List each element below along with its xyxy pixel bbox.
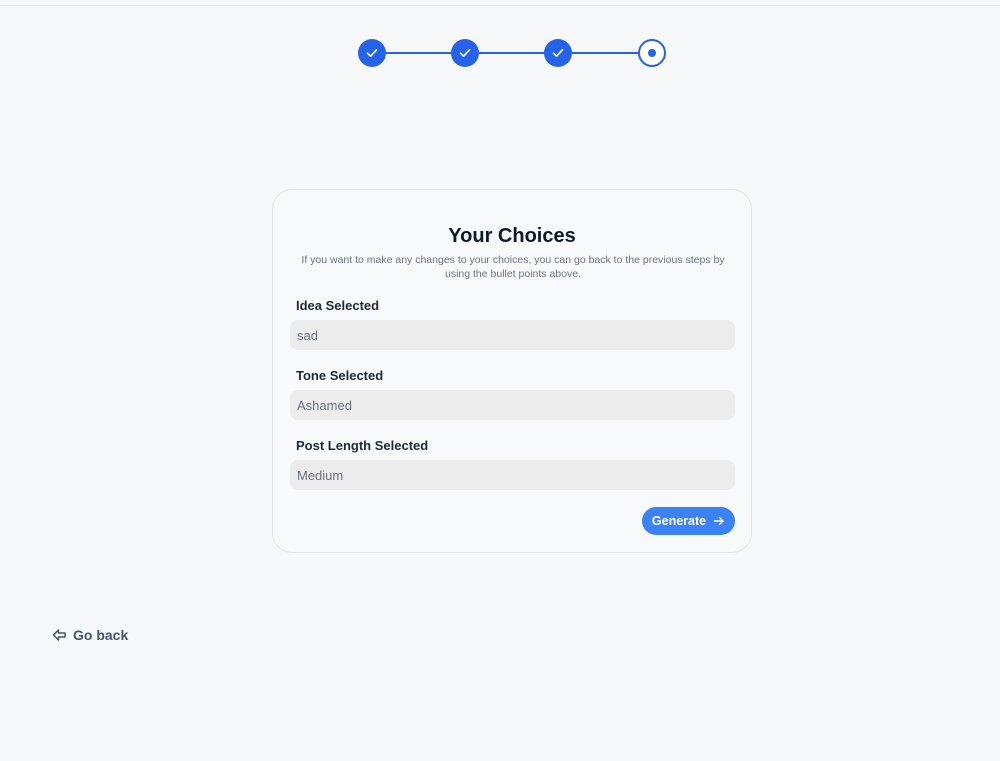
idea-label: Idea Selected — [296, 298, 380, 313]
length-label: Post Length Selected — [296, 438, 429, 453]
check-icon — [459, 49, 471, 57]
tone-label: Tone Selected — [296, 368, 384, 383]
card-title: Your Choices — [448, 225, 576, 247]
check-icon — [552, 49, 564, 57]
check-icon — [366, 49, 378, 57]
idea-field[interactable]: sad — [290, 320, 735, 350]
arrow-right-icon — [713, 516, 724, 526]
current-step-dot-icon — [648, 49, 656, 57]
generate-button-label: Generate — [651, 514, 707, 528]
go-back-link[interactable]: Go back — [52, 626, 128, 644]
tone-field[interactable]: Ashamed — [290, 390, 735, 420]
card-subtitle: If you want to make any changes to your … — [301, 254, 725, 280]
progress-stepper — [358, 39, 666, 67]
length-field[interactable]: Medium — [290, 460, 735, 490]
stepper-connector — [572, 52, 639, 54]
generate-button[interactable]: Generate — [642, 507, 735, 535]
step-1-complete[interactable] — [358, 39, 386, 67]
arrow-left-icon — [52, 629, 66, 641]
top-divider — [0, 5, 1000, 6]
stepper-connector — [479, 52, 545, 54]
step-2-complete[interactable] — [451, 39, 479, 67]
go-back-label: Go back — [73, 627, 129, 643]
step-3-complete[interactable] — [544, 39, 572, 67]
stepper-connector — [386, 52, 452, 54]
step-4-current[interactable] — [638, 39, 666, 67]
choices-card: Your Choices If you want to make any cha… — [272, 189, 752, 553]
